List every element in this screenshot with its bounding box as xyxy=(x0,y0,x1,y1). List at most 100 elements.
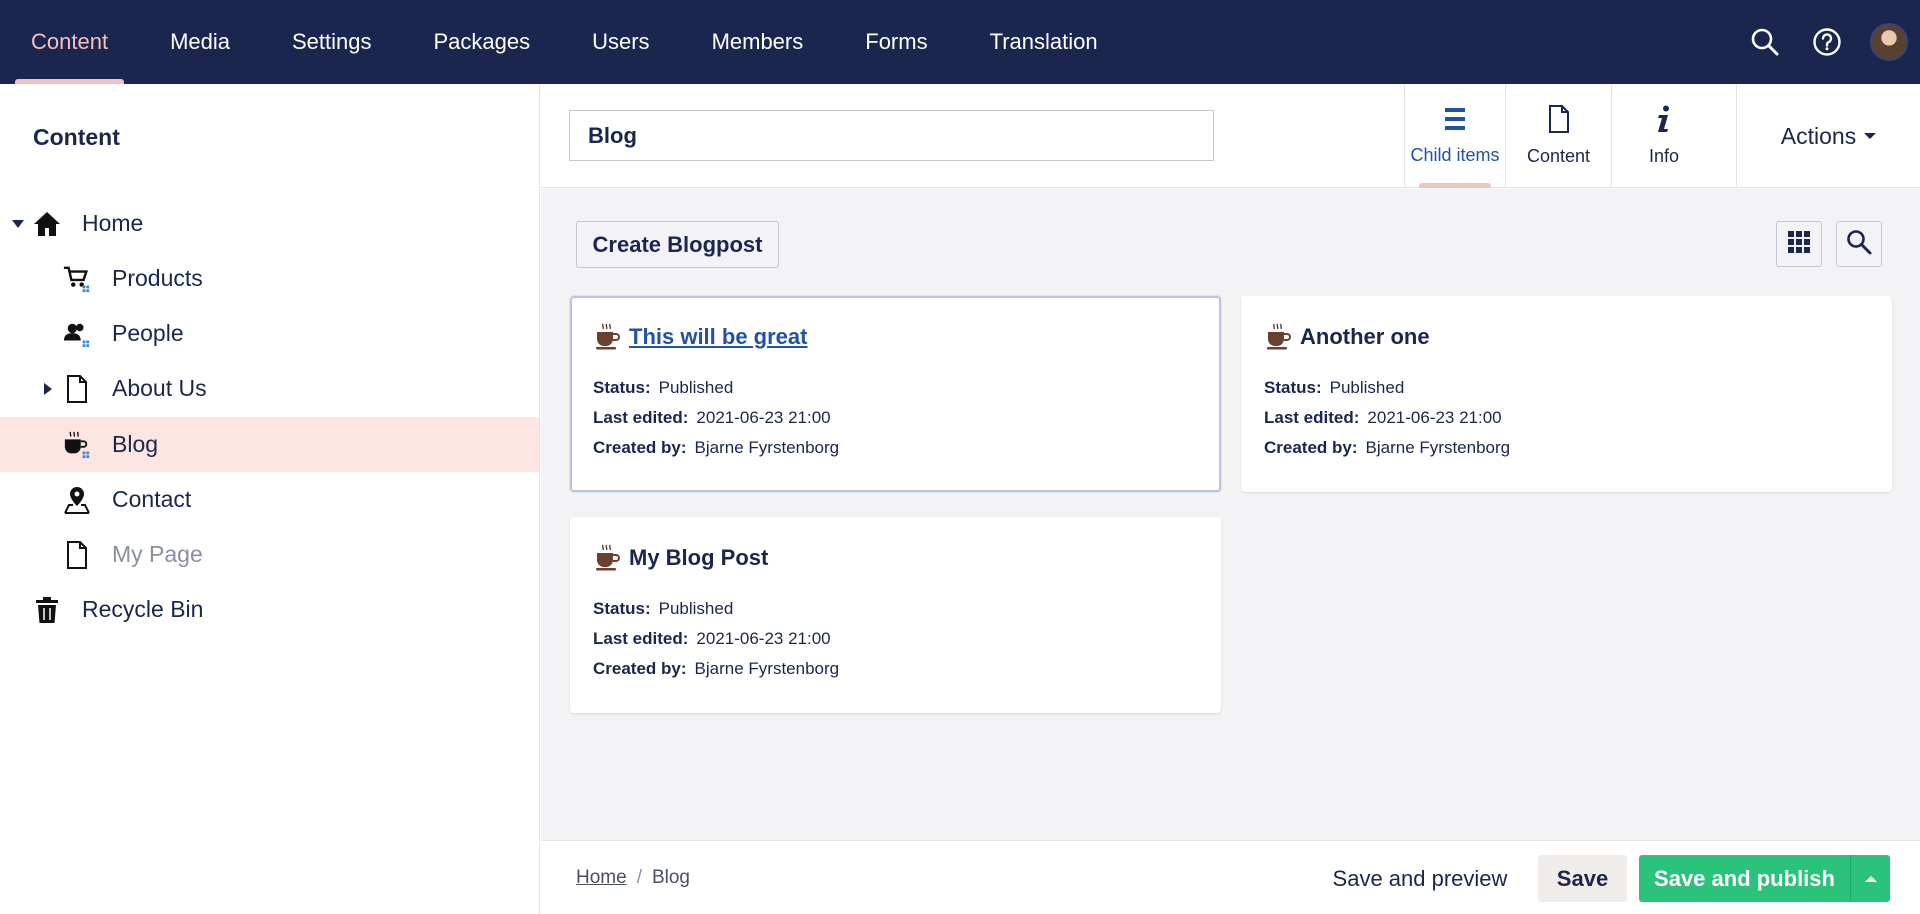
nav-item-users[interactable]: Users xyxy=(561,0,680,84)
grid-view-button[interactable] xyxy=(1776,221,1822,267)
content-card[interactable]: This will be great Status: Published Last… xyxy=(570,296,1221,492)
shopping-cart-icon xyxy=(63,265,91,293)
nav-item-translation[interactable]: Translation xyxy=(959,0,1129,84)
document-icon xyxy=(1548,105,1570,138)
users-icon xyxy=(63,320,91,348)
create-blogpost-button[interactable]: Create Blogpost xyxy=(576,221,779,268)
tab-child-items[interactable]: Child items xyxy=(1404,84,1505,188)
created-key: Created by: xyxy=(1264,438,1358,457)
nav-item-content[interactable]: Content xyxy=(0,0,139,84)
node-name-input[interactable] xyxy=(569,110,1214,161)
nav-item-members[interactable]: Members xyxy=(681,0,835,84)
save-and-preview-button[interactable]: Save and preview xyxy=(1320,855,1520,902)
breadcrumb-current: Blog xyxy=(651,867,690,888)
top-utility-icons xyxy=(1734,0,1920,84)
list-icon xyxy=(1444,106,1466,137)
card-header: My Blog Post xyxy=(593,539,1198,577)
content-card[interactable]: Another one Status: Published Last edited… xyxy=(1241,296,1892,492)
edited-row: Last edited: 2021-06-23 21:00 xyxy=(1264,403,1869,433)
card-title-link[interactable]: This will be great xyxy=(629,324,807,350)
tree-item-about-us[interactable]: About Us xyxy=(0,361,539,416)
section-nav: Content Media Settings Packages Users Me… xyxy=(0,0,1129,84)
help-icon[interactable] xyxy=(1796,0,1858,84)
card-meta: Status: Published Last edited: 2021-06-23 … xyxy=(593,594,1198,684)
nav-item-label: Settings xyxy=(291,29,372,54)
save-button[interactable]: Save xyxy=(1538,855,1627,902)
created-row: Created by: Bjarne Fyrstenborg xyxy=(593,433,1198,463)
status-row: Status: Published xyxy=(1264,373,1869,403)
tree-item-label: Products xyxy=(112,265,203,291)
status-key: Status: xyxy=(593,378,651,397)
tab-info[interactable]: Info xyxy=(1611,84,1716,188)
breadcrumb-home-link[interactable]: Home xyxy=(576,867,627,889)
chevron-down-icon xyxy=(1864,133,1877,139)
created-value: Bjarne Fyrstenborg xyxy=(1365,438,1511,457)
save-and-publish-button[interactable]: Save and publish xyxy=(1639,855,1850,902)
created-value: Bjarne Fyrstenborg xyxy=(694,659,840,678)
coffee-cup-icon xyxy=(593,322,623,352)
coffee-cup-icon xyxy=(1264,322,1294,352)
editor-header: Child items Content Info Actions xyxy=(541,84,1920,188)
map-pin-icon xyxy=(63,486,91,514)
card-header: This will be great xyxy=(593,318,1198,356)
tab-content[interactable]: Content xyxy=(1505,84,1611,188)
document-icon xyxy=(63,540,91,569)
coffee-cup-icon xyxy=(63,431,91,459)
caret-down-icon[interactable] xyxy=(10,216,26,232)
tree-item-home[interactable]: Home xyxy=(0,196,539,251)
edited-row: Last edited: 2021-06-23 21:00 xyxy=(593,403,1198,433)
content-apps: Child items Content Info xyxy=(1404,84,1716,188)
content-card[interactable]: My Blog Post Status: Published Last edite… xyxy=(570,517,1221,713)
nav-item-label: Media xyxy=(170,29,230,54)
edited-key: Last edited: xyxy=(1264,408,1360,427)
nav-item-label: Forms xyxy=(865,29,928,54)
actions-dropdown[interactable]: Actions xyxy=(1736,84,1920,188)
nav-item-label: Translation xyxy=(989,29,1098,54)
tree-item-label: My Page xyxy=(112,541,203,567)
card-meta: Status: Published Last edited: 2021-06-23 … xyxy=(593,373,1198,463)
created-row: Created by: Bjarne Fyrstenborg xyxy=(1264,433,1869,463)
home-icon xyxy=(33,210,61,238)
tree-item-people[interactable]: People xyxy=(0,306,539,361)
active-indicator xyxy=(1419,183,1491,188)
edited-key: Last edited: xyxy=(593,408,689,427)
list-view-area: Create Blogpost This will be great Statu… xyxy=(541,189,1920,840)
search-icon[interactable] xyxy=(1734,0,1796,84)
card-title[interactable]: My Blog Post xyxy=(629,545,768,571)
tree-item-label: People xyxy=(112,320,184,346)
tree-item-blog[interactable]: Blog xyxy=(0,417,539,472)
grid-view-icon xyxy=(1787,230,1811,259)
publish-options-button[interactable] xyxy=(1850,855,1890,902)
tree-item-recycle-bin[interactable]: Recycle Bin xyxy=(0,582,539,637)
search-icon xyxy=(1846,229,1872,260)
card-meta: Status: Published Last edited: 2021-06-23 … xyxy=(1264,373,1869,463)
user-avatar[interactable] xyxy=(1858,0,1920,84)
caret-right-icon[interactable] xyxy=(40,381,56,397)
status-key: Status: xyxy=(593,599,651,618)
created-value: Bjarne Fyrstenborg xyxy=(694,438,840,457)
nav-item-label: Packages xyxy=(433,29,531,54)
tree-item-label: Recycle Bin xyxy=(82,596,204,622)
status-row: Status: Published xyxy=(593,594,1198,624)
status-value: Published xyxy=(658,378,734,397)
status-key: Status: xyxy=(1264,378,1322,397)
card-header: Another one xyxy=(1264,318,1869,356)
nav-item-settings[interactable]: Settings xyxy=(261,0,403,84)
tree-item-label: About Us xyxy=(112,375,207,401)
nav-item-forms[interactable]: Forms xyxy=(834,0,958,84)
created-key: Created by: xyxy=(593,659,687,678)
edited-key: Last edited: xyxy=(593,629,689,648)
tree-item-products[interactable]: Products xyxy=(0,251,539,306)
tree-item-my-page[interactable]: My Page xyxy=(0,527,539,582)
editor-footer: Home / Blog Save and preview Save Save a… xyxy=(541,840,1920,914)
tree-item-contact[interactable]: Contact xyxy=(0,472,539,527)
card-title[interactable]: Another one xyxy=(1300,324,1430,350)
search-list-button[interactable] xyxy=(1836,221,1882,267)
document-icon xyxy=(63,374,91,403)
edited-value: 2021-06-23 21:00 xyxy=(696,629,831,648)
info-icon xyxy=(1655,105,1673,138)
chevron-up-icon xyxy=(1864,875,1877,882)
actions-label: Actions xyxy=(1780,122,1857,149)
nav-item-media[interactable]: Media xyxy=(139,0,261,84)
nav-item-packages[interactable]: Packages xyxy=(402,0,561,84)
